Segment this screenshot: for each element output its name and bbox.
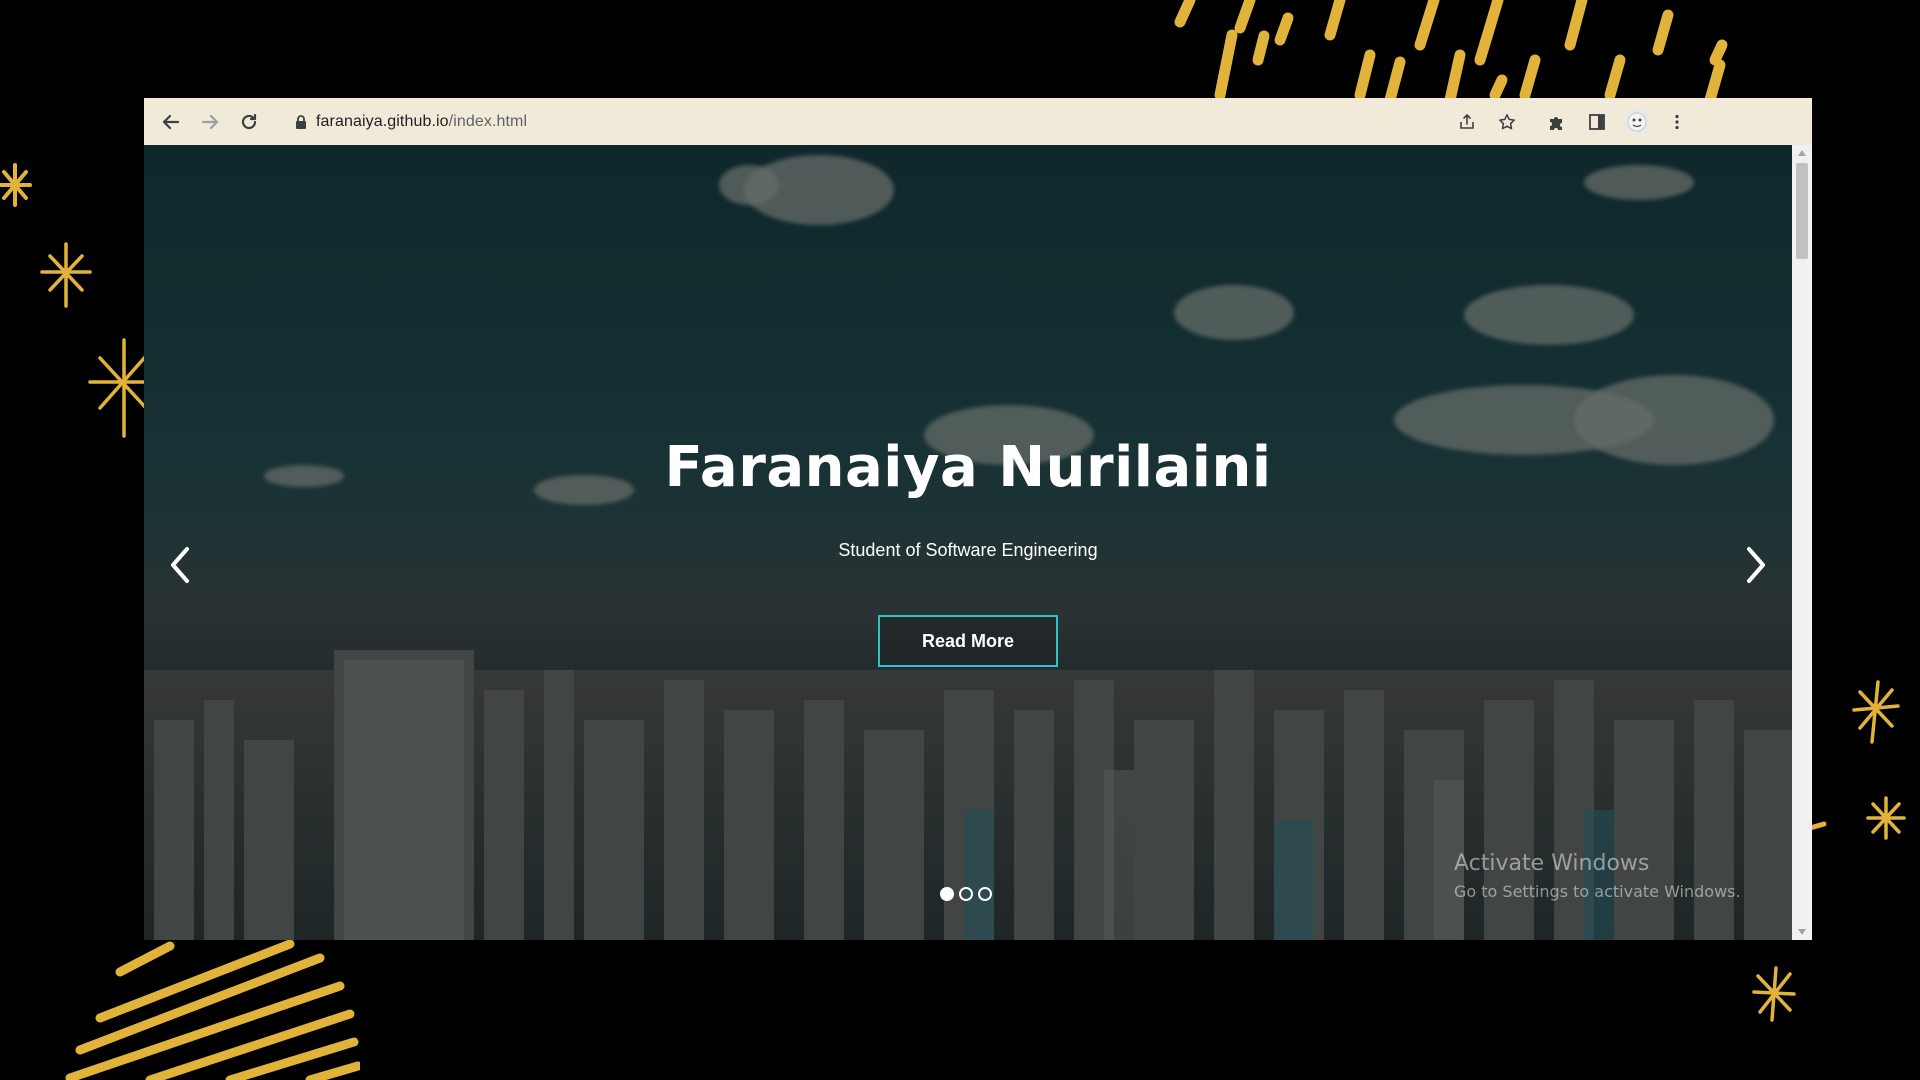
sparkle-icon [1752, 966, 1796, 1022]
url-text[interactable]: faranaiya.github.io/index.html [316, 113, 527, 131]
windows-activation-watermark: Activate Windows Go to Settings to activ… [1454, 851, 1741, 901]
carousel-indicators [940, 887, 992, 901]
caret-down-icon [1798, 929, 1806, 935]
carousel-next-button[interactable] [1736, 535, 1776, 595]
forward-button[interactable] [193, 105, 227, 139]
gold-brush-strokes-top [1150, 0, 1770, 110]
scroll-down-button[interactable] [1792, 924, 1812, 940]
url-path: /index.html [448, 112, 528, 130]
sparkle-icon [40, 242, 92, 308]
carousel-prev-button[interactable] [160, 535, 200, 595]
avatar [1624, 108, 1650, 135]
kebab-menu-icon [1675, 114, 1679, 129]
carousel-indicator-dot[interactable] [959, 887, 973, 901]
puzzle-icon [1550, 116, 1562, 130]
arrow-right-icon [201, 114, 219, 129]
caret-up-icon [1798, 150, 1806, 156]
chevron-left-icon [171, 547, 189, 583]
sparkle-icon [1852, 680, 1900, 744]
carousel-indicator-dot[interactable] [978, 887, 992, 901]
extensions-button[interactable] [1540, 105, 1574, 139]
back-button[interactable] [154, 105, 188, 139]
address-bar[interactable]: faranaiya.github.io/index.html [280, 104, 1530, 139]
scroll-up-button[interactable] [1792, 145, 1812, 161]
reload-button[interactable] [232, 105, 266, 139]
bookmark-button[interactable] [1490, 105, 1524, 139]
sparkle-icon [88, 338, 148, 438]
page-viewport: Faranaiya Nurilaini Student of Software … [144, 145, 1792, 940]
side-panel-icon [1589, 113, 1605, 130]
browser-toolbar: faranaiya.github.io/index.html [144, 98, 1812, 145]
scroll-thumb[interactable] [1796, 163, 1808, 259]
arrow-left-icon [162, 114, 180, 129]
url-host: faranaiya.github.io [316, 112, 449, 130]
desktop-background: faranaiya.github.io/index.html Faranaiya… [0, 0, 1920, 1080]
carousel-indicator-dot[interactable] [940, 887, 954, 901]
side-panel-button[interactable] [1580, 105, 1614, 139]
hero-content: Faranaiya Nurilaini Student of Software … [144, 145, 1792, 940]
lock-icon[interactable] [286, 114, 316, 130]
hero-subtitle: Student of Software Engineering [838, 540, 1098, 560]
read-more-button[interactable]: Read More [878, 615, 1058, 667]
watermark-line-1: Activate Windows [1454, 851, 1650, 876]
share-button[interactable] [1450, 105, 1484, 139]
reload-icon [241, 113, 257, 129]
browser-menu-button[interactable] [1660, 105, 1694, 139]
hero-title: Faranaiya Nurilaini [664, 435, 1272, 500]
star-icon [1499, 113, 1515, 129]
gold-brush-stripes-bottom [60, 938, 360, 1080]
profile-button[interactable] [1620, 105, 1654, 139]
watermark-line-2: Go to Settings to activate Windows. [1454, 882, 1741, 901]
browser-window: faranaiya.github.io/index.html Faranaiya… [144, 98, 1812, 940]
vertical-scrollbar[interactable] [1792, 145, 1812, 940]
chevron-right-icon [1747, 547, 1765, 583]
sparkle-icon [1866, 796, 1906, 840]
sparkle-icon [0, 160, 40, 210]
share-icon [1460, 113, 1474, 129]
